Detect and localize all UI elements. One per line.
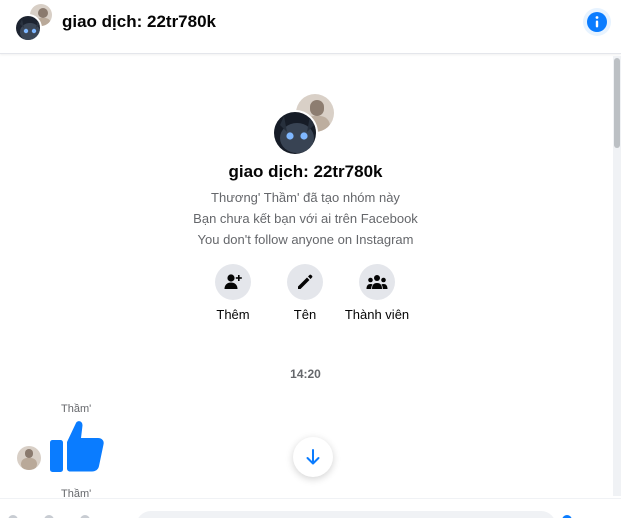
group-name: giao dịch: 22tr780k xyxy=(228,162,383,181)
chat-title[interactable]: giao dịch: 22tr780k xyxy=(62,12,216,32)
rename-group-button[interactable]: Tên xyxy=(265,264,345,322)
like-icon xyxy=(50,421,104,472)
message-input[interactable] xyxy=(136,511,556,518)
scrollbar-thumb[interactable] xyxy=(614,58,620,148)
created-by-text: Thương' Thầm' đã tạo nhóm này xyxy=(211,190,400,205)
cat-avatar xyxy=(14,14,42,42)
info-icon xyxy=(587,12,607,32)
group-avatar[interactable] xyxy=(14,2,54,42)
arrow-down-icon xyxy=(306,449,320,465)
group-avatar-large xyxy=(272,92,338,158)
chat-header: giao dịch: 22tr780k xyxy=(0,0,621,54)
members-icon xyxy=(366,275,388,289)
add-person-icon xyxy=(224,274,242,289)
message-timestamp: 14:20 xyxy=(290,367,321,381)
scroll-to-bottom-button[interactable] xyxy=(293,437,333,477)
instagram-follow-note: You don't follow anyone on Instagram xyxy=(197,232,414,247)
add-member-label: Thêm xyxy=(216,307,250,322)
like-message[interactable] xyxy=(48,418,106,474)
rename-group-label: Tên xyxy=(293,307,317,322)
group-actions: Thêm Tên Thành viên xyxy=(0,264,611,324)
facebook-friends-note: Bạn chưa kết bạn với ai trên Facebook xyxy=(193,211,418,226)
sender-avatar[interactable] xyxy=(17,446,41,470)
sender-name: Thầm' xyxy=(61,403,92,415)
message-composer xyxy=(0,498,621,518)
thread-scrollbar[interactable] xyxy=(613,56,621,496)
add-member-button[interactable]: Thêm xyxy=(193,264,273,322)
pencil-icon xyxy=(298,274,313,289)
members-label: Thành viên xyxy=(344,307,410,322)
info-button[interactable] xyxy=(583,8,611,36)
members-button[interactable]: Thành viên xyxy=(337,264,417,322)
cat-avatar xyxy=(272,110,318,156)
